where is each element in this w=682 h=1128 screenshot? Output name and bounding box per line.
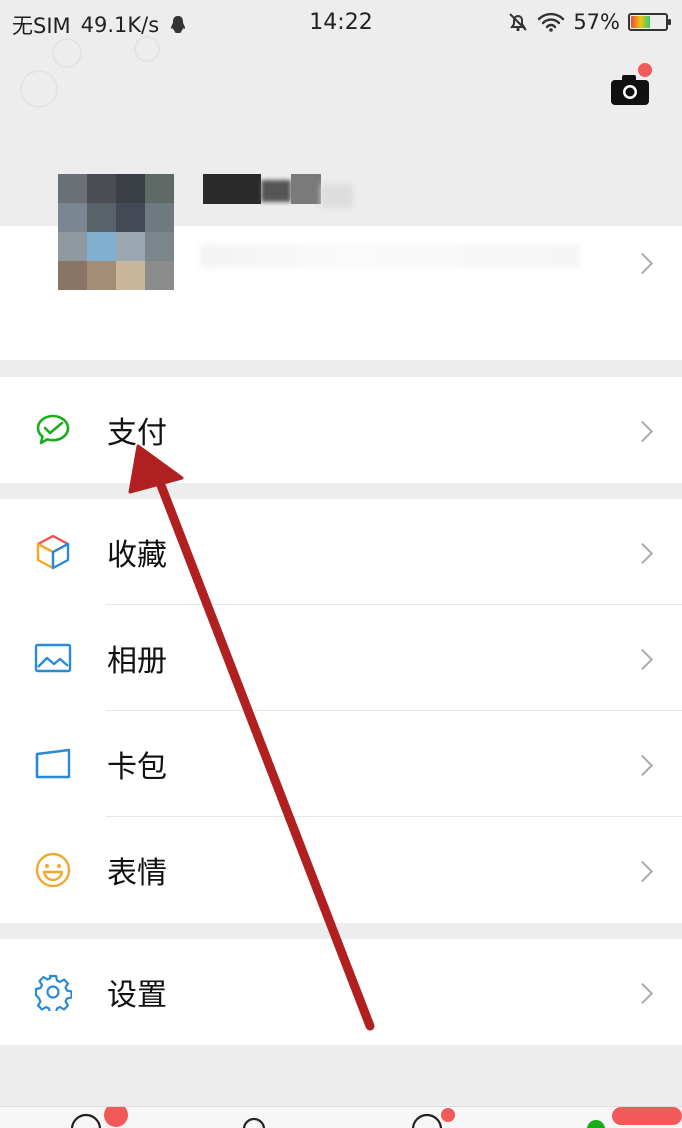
- chevron-right-icon: [631, 542, 654, 565]
- favorites-cube-icon: [36, 534, 70, 570]
- menu-item-pay[interactable]: 支付: [0, 377, 682, 483]
- gear-icon: [34, 974, 72, 1011]
- pay-group: 支付: [0, 377, 682, 483]
- menu-label-album: 相册: [107, 644, 167, 679]
- notification-badge: [636, 61, 654, 79]
- nickname-blurred: [203, 174, 353, 210]
- smiley-face-icon: [35, 852, 71, 888]
- battery-icon: [628, 13, 671, 31]
- menu-item-settings[interactable]: 设置: [0, 939, 682, 1045]
- card-wallet-icon: [35, 748, 71, 779]
- chevron-right-icon: [631, 860, 654, 883]
- menu-item-cards[interactable]: 卡包: [0, 711, 682, 817]
- tab-bar-icons: [70, 1107, 682, 1128]
- menu-item-stickers[interactable]: 表情: [0, 817, 682, 923]
- avatar[interactable]: [58, 174, 174, 290]
- account-id-blurred: [200, 244, 580, 268]
- chevron-right-icon: [631, 252, 654, 275]
- main-menu-group: 收藏 相册 卡包 表情: [0, 499, 682, 923]
- chevron-right-icon: [631, 420, 654, 443]
- chevron-right-icon: [631, 754, 654, 777]
- menu-item-album[interactable]: 相册: [0, 605, 682, 711]
- menu-item-favorites[interactable]: 收藏: [0, 499, 682, 605]
- menu-label-pay: 支付: [107, 416, 167, 451]
- menu-label-favorites: 收藏: [107, 538, 167, 573]
- menu-label-stickers: 表情: [107, 856, 167, 891]
- album-image-icon: [34, 643, 72, 673]
- wifi-icon: [538, 12, 565, 32]
- chevron-right-icon: [631, 648, 654, 671]
- bell-off-icon: [509, 13, 528, 32]
- battery-percent: 57%: [573, 10, 620, 34]
- decor-circle: [134, 36, 160, 62]
- menu-label-settings: 设置: [107, 978, 167, 1013]
- settings-group: 设置: [0, 939, 682, 1045]
- bottom-tab-bar: [0, 1106, 682, 1128]
- menu-label-cards: 卡包: [107, 750, 167, 785]
- wechat-pay-icon: [36, 414, 70, 445]
- decor-circle: [20, 70, 58, 108]
- decor-circle: [52, 38, 82, 68]
- chevron-right-icon: [631, 982, 654, 1005]
- status-bar: 无SIM 49.1K/s 14:22 57%: [0, 0, 682, 48]
